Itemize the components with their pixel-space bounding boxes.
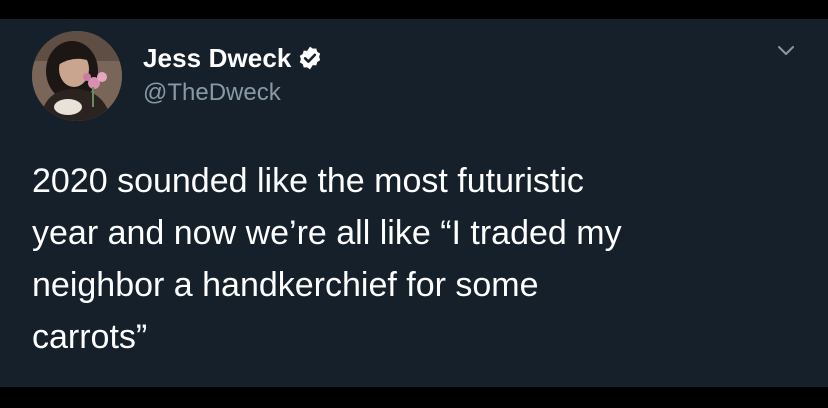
avatar-photo xyxy=(32,31,122,121)
author-handle[interactable]: @TheDweck xyxy=(143,79,281,107)
verified-badge-icon xyxy=(300,46,321,70)
avatar[interactable] xyxy=(32,31,122,121)
screenshot-frame: Jess Dweck @TheDweck 2020 sounded like t… xyxy=(0,0,828,408)
chevron-down-icon[interactable] xyxy=(772,41,800,61)
tweet-text: 2020 sounded like the most futuristic ye… xyxy=(32,162,622,356)
author-name-row: Jess Dweck xyxy=(143,41,323,75)
tweet-card: Jess Dweck @TheDweck 2020 sounded like t… xyxy=(0,19,828,387)
author-display-name[interactable]: Jess Dweck xyxy=(143,43,291,74)
